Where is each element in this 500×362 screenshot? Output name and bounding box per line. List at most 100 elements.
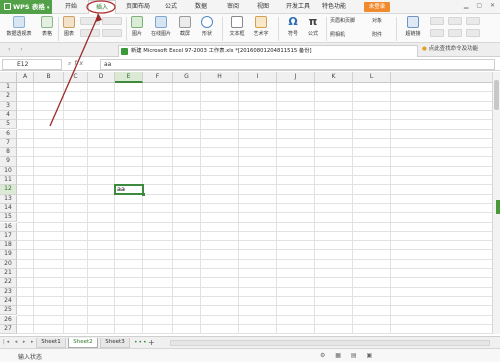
hyperlink-button[interactable]: 超链接 — [402, 16, 424, 37]
row-header-1[interactable]: 1 — [0, 83, 17, 93]
align-right-icon[interactable] — [466, 17, 480, 25]
command-search[interactable]: ● 点此查找命令及功能 — [422, 44, 478, 52]
object-button[interactable]: 对象 — [372, 17, 388, 24]
column-header-j[interactable]: J — [277, 72, 315, 83]
header-footer-button[interactable]: 页眉和页脚 — [330, 17, 370, 24]
fill-handle[interactable] — [142, 192, 145, 196]
indent-icon[interactable] — [430, 29, 444, 37]
column-header-d[interactable]: D — [88, 72, 115, 83]
menu-home[interactable]: 开始 — [58, 0, 84, 14]
row-header-17[interactable]: 17 — [0, 231, 17, 242]
more-sheets-icon[interactable]: ••• — [134, 339, 148, 346]
column-header-f[interactable]: F — [143, 72, 173, 83]
outdent-icon[interactable] — [448, 29, 462, 37]
row-header-11[interactable]: 11 — [0, 176, 17, 186]
screenshot-button[interactable]: 截屏 — [176, 16, 194, 37]
column-header-e[interactable]: E — [115, 72, 143, 83]
tab-nav-icons[interactable]: ‹ › — [8, 46, 27, 53]
shapes-button[interactable]: 形状 — [198, 16, 216, 37]
menu-developer[interactable]: 开发工具 — [282, 0, 314, 14]
symbol-label: 符号 — [287, 31, 298, 37]
row-header-15[interactable]: 15 — [0, 213, 17, 223]
sheet-nav-arrows[interactable]: |◂ ◂ ▸ ▸| — [3, 339, 39, 345]
row-header-8[interactable]: 8 — [0, 148, 17, 158]
symbol-button[interactable]: Ω 符号 — [284, 16, 302, 38]
align-center-icon[interactable] — [448, 17, 462, 25]
sheet-tab-1[interactable]: Sheet1 — [36, 338, 66, 348]
column-header-l[interactable]: L — [353, 72, 391, 83]
textbox-button[interactable]: 文本框 — [226, 16, 248, 37]
row-header-4[interactable]: 4 — [0, 110, 17, 121]
sheet-tab-3[interactable]: Sheet3 — [100, 338, 130, 348]
column-header-g[interactable]: G — [173, 72, 201, 83]
wrap-icon[interactable] — [466, 29, 480, 37]
row-header-10[interactable]: 10 — [0, 166, 17, 176]
chart-type-pie-icon[interactable] — [80, 29, 100, 37]
login-button[interactable]: 未登录 — [364, 2, 390, 12]
row-header-20[interactable]: 20 — [0, 259, 17, 269]
column-header-c[interactable]: C — [64, 72, 88, 83]
table-button[interactable]: 表格 — [38, 16, 56, 37]
row-header-13[interactable]: 13 — [0, 194, 17, 204]
window-controls[interactable]: ▁ ▢ ✕ — [464, 2, 498, 12]
row-header-12[interactable]: 12 — [0, 185, 17, 195]
sheet-tab-2[interactable]: Sheet2 — [68, 338, 98, 348]
row-header-26[interactable]: 26 — [0, 315, 17, 325]
camera-button[interactable]: 照相机 — [330, 31, 354, 38]
row-header-19[interactable]: 19 — [0, 250, 17, 260]
menu-special[interactable]: 特色功能 — [318, 0, 350, 14]
row-header-7[interactable]: 7 — [0, 138, 17, 149]
formula-input[interactable]: aa — [100, 59, 495, 70]
add-sheet-button[interactable]: + — [148, 338, 155, 347]
scrollbar-thumb[interactable] — [494, 80, 499, 110]
online-picture-button[interactable]: 在线图片 — [148, 16, 174, 37]
menu-data[interactable]: 数据 — [190, 0, 212, 14]
online-picture-label: 在线图片 — [150, 31, 171, 37]
menu-review[interactable]: 审阅 — [222, 0, 244, 14]
column-header-b[interactable]: B — [34, 72, 64, 83]
chart-type-area-icon[interactable] — [102, 29, 122, 37]
app-menu-button[interactable]: WPS 表格 ▾ — [0, 0, 52, 14]
row-header-14[interactable]: 14 — [0, 203, 17, 214]
row-header-9[interactable]: 9 — [0, 157, 17, 167]
column-header-i[interactable]: I — [239, 72, 277, 83]
wordart-button[interactable]: 艺术字 — [250, 16, 272, 37]
spreadsheet-grid[interactable]: A B C D E F G H I J K L 1 2 3 4 5 6 7 8 9 10 11 12 13 14 15 16 17 18 1… — [0, 72, 492, 334]
column-header-h[interactable]: H — [201, 72, 239, 83]
pi-icon: π — [308, 15, 318, 28]
row-header-21[interactable]: 21 — [0, 269, 17, 279]
align-left-icon[interactable] — [430, 17, 444, 25]
row-header-6[interactable]: 6 — [0, 129, 17, 139]
row-header-2[interactable]: 2 — [0, 92, 17, 102]
row-header-16[interactable]: 16 — [0, 222, 17, 232]
menu-formula[interactable]: 公式 — [160, 0, 182, 14]
row-header-24[interactable]: 24 — [0, 296, 17, 307]
row-header-22[interactable]: 22 — [0, 278, 17, 288]
equation-button[interactable]: π 公式 — [304, 15, 322, 38]
row-header-23[interactable]: 23 — [0, 287, 17, 297]
view-mode-icons[interactable]: ⚙ ▦ ▤ ▣ — [320, 352, 376, 359]
document-tab[interactable]: 新建 Microsoft Excel 97-2003 工作表.xls *[201… — [118, 45, 418, 57]
row-header-3[interactable]: 3 — [0, 101, 17, 111]
attachment-button[interactable]: 附件 — [372, 31, 390, 38]
menu-view[interactable]: 视图 — [252, 0, 274, 14]
chart-button[interactable]: 图表 — [60, 16, 78, 37]
chart-type-line-icon[interactable] — [102, 17, 122, 25]
row-header-27[interactable]: 27 — [0, 324, 17, 334]
name-box[interactable]: E12 — [2, 59, 62, 70]
row-header-25[interactable]: 25 — [0, 306, 17, 316]
row-header-18[interactable]: 18 — [0, 241, 17, 251]
menu-insert[interactable]: 插入 — [88, 0, 116, 14]
horizontal-scrollbar[interactable] — [170, 340, 490, 346]
chart-type-bar-icon[interactable] — [80, 17, 100, 25]
formula-icons[interactable]: ⌕fx — [68, 60, 86, 68]
select-all-corner[interactable] — [0, 72, 17, 83]
pivot-table-button[interactable]: 数据透视表 — [2, 16, 36, 37]
column-header-a[interactable]: A — [17, 72, 34, 83]
active-cell-e12[interactable]: aa — [114, 184, 144, 195]
row-header-5[interactable]: 5 — [0, 120, 17, 130]
side-panel-toggle[interactable] — [496, 200, 500, 214]
menu-page-layout[interactable]: 页面布局 — [120, 0, 156, 14]
column-header-k[interactable]: K — [315, 72, 353, 83]
picture-button[interactable]: 图片 — [128, 16, 146, 37]
